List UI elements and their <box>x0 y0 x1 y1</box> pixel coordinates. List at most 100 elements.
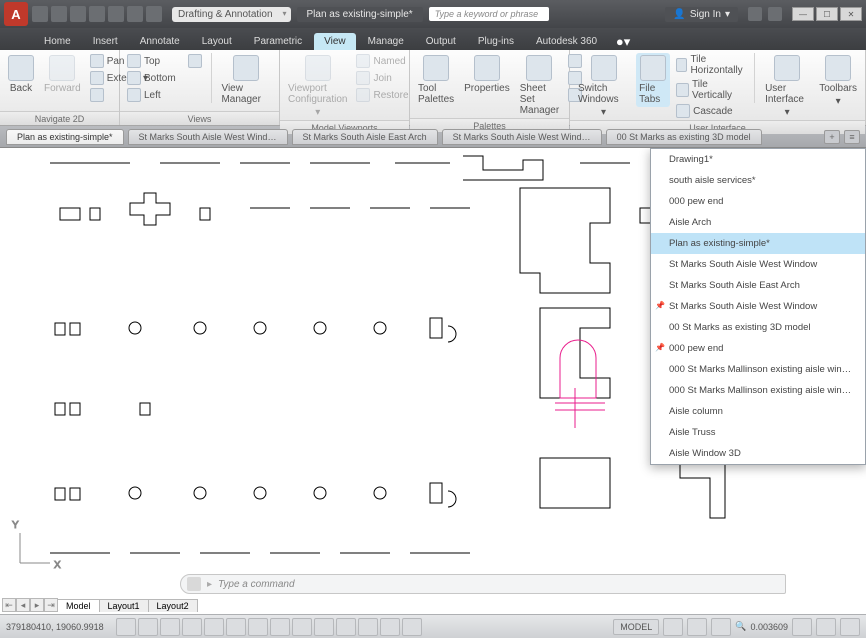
drawing-list-item[interactable]: 00 St Marks as existing 3D model <box>651 317 865 338</box>
ribbon-tab-autodesk-360[interactable]: Autodesk 360 <box>526 33 607 50</box>
tabs-menu-button[interactable]: ≡ <box>844 130 860 144</box>
bottom-view-button[interactable]: Bottom <box>125 70 178 86</box>
drawing-list-item[interactable]: 000 pew end <box>651 338 865 359</box>
left-view-button[interactable]: Left <box>125 87 178 103</box>
drawing-list-item[interactable]: Aisle column <box>651 401 865 422</box>
status-extra3[interactable] <box>711 618 731 636</box>
otrack-toggle[interactable] <box>226 618 246 636</box>
drawing-list-item[interactable]: 000 St Marks Mallinson existing aisle wi… <box>651 359 865 380</box>
ribbon-tab-view[interactable]: View <box>314 33 356 50</box>
named-viewport-button[interactable]: Named <box>354 53 410 69</box>
nav-arrow-button[interactable] <box>186 53 204 69</box>
switch-windows-button[interactable]: Switch Windows ▾ <box>575 53 632 120</box>
drawing-list-item[interactable]: St Marks South Aisle East Arch <box>651 275 865 296</box>
drawing-list-item[interactable]: St Marks South Aisle West Window <box>651 254 865 275</box>
qat-redo-icon[interactable] <box>146 6 162 22</box>
status-extra1[interactable] <box>663 618 683 636</box>
ribbon-tab-plug-ins[interactable]: Plug-ins <box>468 33 524 50</box>
layout-tab-layout1[interactable]: Layout1 <box>99 599 149 612</box>
layout-next-button[interactable]: ▸ <box>30 598 44 612</box>
signin-button[interactable]: 👤 Sign In ▾ <box>665 7 738 22</box>
osnap-toggle[interactable] <box>204 618 224 636</box>
ribbon-options-button[interactable]: ●▾ <box>615 34 631 50</box>
sheetset-manager-button[interactable]: Sheet Set Manager <box>517 53 562 118</box>
layout-tab-layout2[interactable]: Layout2 <box>148 599 198 612</box>
drawing-list-item[interactable]: Aisle Window 3D <box>651 443 865 464</box>
tile-vertical-button[interactable]: Tile Vertically <box>674 78 747 102</box>
maximize-button[interactable]: ☐ <box>816 7 838 21</box>
am-toggle[interactable] <box>336 618 356 636</box>
command-line[interactable]: ▸ Type a command <box>180 574 786 594</box>
toolbars-button[interactable]: Toolbars ▾ <box>816 53 860 109</box>
grid-toggle[interactable] <box>138 618 158 636</box>
qat-save-icon[interactable] <box>70 6 86 22</box>
ribbon-tab-manage[interactable]: Manage <box>358 33 414 50</box>
top-view-button[interactable]: Top <box>125 53 178 69</box>
qat-saveas-icon[interactable] <box>89 6 105 22</box>
status-extra4[interactable] <box>792 618 812 636</box>
ribbon-tab-insert[interactable]: Insert <box>83 33 128 50</box>
qp-toggle[interactable] <box>292 618 312 636</box>
qat-plot-icon[interactable] <box>108 6 124 22</box>
view-manager-button[interactable]: View Manager <box>218 53 274 107</box>
extra2-toggle[interactable] <box>402 618 422 636</box>
properties-button[interactable]: Properties <box>461 53 513 96</box>
drawing-area[interactable]: Y X Drawing1*south aisle services*000 pe… <box>0 148 866 607</box>
ribbon-tab-home[interactable]: Home <box>34 33 81 50</box>
layout-first-button[interactable]: ⇤ <box>2 598 16 612</box>
annotation-scale[interactable]: 0.003609 <box>750 622 788 632</box>
qat-new-icon[interactable] <box>32 6 48 22</box>
qat-open-icon[interactable] <box>51 6 67 22</box>
exchange-icon[interactable] <box>748 7 762 21</box>
help-icon[interactable] <box>768 7 782 21</box>
qat-undo-icon[interactable] <box>127 6 143 22</box>
layout-prev-button[interactable]: ◂ <box>16 598 30 612</box>
ribbon-tab-parametric[interactable]: Parametric <box>244 33 312 50</box>
file-tab[interactable]: St Marks South Aisle East Arch <box>292 129 438 145</box>
ribbon-tab-annotate[interactable]: Annotate <box>130 33 190 50</box>
drawing-list-item[interactable]: Drawing1* <box>651 149 865 170</box>
close-button[interactable]: ✕ <box>840 7 862 21</box>
drawing-list-item[interactable]: St Marks South Aisle West Window <box>651 296 865 317</box>
clean-screen-button[interactable] <box>840 618 860 636</box>
search-input[interactable]: Type a keyword or phrase <box>429 7 549 21</box>
tool-palettes-button[interactable]: Tool Palettes <box>415 53 457 107</box>
ortho-toggle[interactable] <box>160 618 180 636</box>
app-menu-button[interactable]: A <box>4 2 28 26</box>
forward-button[interactable]: Forward <box>41 53 84 96</box>
drawing-list-item[interactable]: 000 St Marks Mallinson existing aisle wi… <box>651 380 865 401</box>
sc-toggle[interactable] <box>314 618 334 636</box>
ws-toggle[interactable] <box>358 618 378 636</box>
lwt-toggle[interactable] <box>270 618 290 636</box>
minimize-button[interactable]: — <box>792 7 814 21</box>
drawing-list-item[interactable]: Aisle Arch <box>651 212 865 233</box>
drawing-list-item[interactable]: Aisle Truss <box>651 422 865 443</box>
join-viewport-button[interactable]: Join <box>354 70 410 86</box>
model-space-label[interactable]: MODEL <box>613 619 659 635</box>
dyn-toggle[interactable] <box>248 618 268 636</box>
status-extra2[interactable] <box>687 618 707 636</box>
drawing-list-item[interactable]: south aisle services* <box>651 170 865 191</box>
ribbon-tab-layout[interactable]: Layout <box>192 33 242 50</box>
status-extra5[interactable] <box>816 618 836 636</box>
layout-last-button[interactable]: ⇥ <box>44 598 58 612</box>
user-interface-button[interactable]: User Interface ▾ <box>762 53 812 120</box>
layout-tab-model[interactable]: Model <box>57 599 100 612</box>
file-tab[interactable]: Plan as existing-simple* <box>6 129 124 145</box>
back-button[interactable]: Back <box>5 53 37 96</box>
drawing-list-item[interactable]: Plan as existing-simple* <box>651 233 865 254</box>
drawing-list-item[interactable]: 000 pew end <box>651 191 865 212</box>
polar-toggle[interactable] <box>182 618 202 636</box>
new-tab-button[interactable]: + <box>824 130 840 144</box>
extra-toggle[interactable] <box>380 618 400 636</box>
file-tab[interactable]: 00 St Marks as existing 3D model <box>606 129 762 145</box>
file-tabs-button[interactable]: File Tabs <box>636 53 670 107</box>
workspace-selector[interactable]: Drafting & Annotation <box>172 7 291 22</box>
file-tab[interactable]: St Marks South Aisle West Window <box>128 129 288 145</box>
cascade-button[interactable]: Cascade <box>674 103 747 119</box>
file-tab[interactable]: St Marks South Aisle West Window <box>442 129 602 145</box>
restore-viewport-button[interactable]: Restore <box>354 87 410 103</box>
viewport-config-button[interactable]: Viewport Configuration ▾ <box>285 53 350 120</box>
snap-toggle[interactable] <box>116 618 136 636</box>
ribbon-tab-output[interactable]: Output <box>416 33 466 50</box>
